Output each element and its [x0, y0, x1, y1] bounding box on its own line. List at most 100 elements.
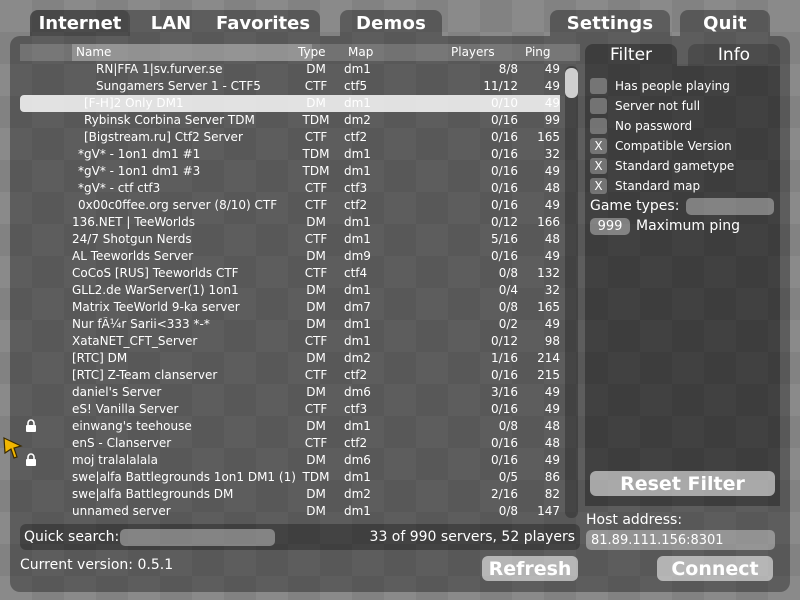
server-ping: 49 [544, 62, 560, 76]
server-row[interactable]: swe|alfa Battlegrounds 1on1 DM1 (1) TDM dm… [20, 469, 560, 486]
server-type: DM [306, 283, 326, 297]
max-ping-label: Maximum ping [636, 218, 740, 234]
browser-tab-group: Internet LAN Favorites [30, 10, 320, 36]
server-players: 0/8 [498, 266, 518, 280]
server-row[interactable]: moj tralalalala DM dm6 0/16 49 [20, 452, 560, 469]
server-row[interactable]: unnamed server DM dm1 0/8 147 [20, 503, 560, 520]
server-list-scrollbar[interactable] [565, 66, 578, 518]
filter-checkbox[interactable]: X [590, 158, 607, 174]
filter-checkbox[interactable] [590, 78, 607, 94]
server-row[interactable]: swe|alfa Battlegrounds DM DM dm2 2/16 82 [20, 486, 560, 503]
refresh-button[interactable]: Refresh [482, 556, 578, 581]
server-count-summary: 33 of 990 servers, 52 players [369, 529, 575, 545]
filter-option-label: Server not full [615, 99, 701, 113]
server-row[interactable]: daniel's Server DM dm6 3/16 49 [20, 384, 560, 401]
tab-info[interactable]: Info [688, 44, 780, 66]
server-players: 0/4 [498, 283, 518, 297]
server-name: enS - Clanserver [72, 436, 172, 450]
column-header-ping[interactable]: Ping [525, 45, 551, 59]
column-header-players[interactable]: Players [451, 45, 495, 59]
server-row[interactable]: *gV* - 1on1 dm1 #3 TDM dm1 0/16 49 [20, 163, 560, 180]
server-row[interactable]: Rybinsk Corbina Server TDM TDM dm2 0/16 99 [20, 112, 560, 129]
server-row[interactable]: RN|FFA 1|sv.furver.se DM dm1 8/8 49 [20, 61, 560, 78]
quit-button[interactable]: Quit [680, 10, 770, 36]
server-type: DM [306, 300, 326, 314]
quick-search-input[interactable] [120, 529, 275, 546]
server-row[interactable]: einwang's teehouse DM dm1 0/8 48 [20, 418, 560, 435]
reset-filter-button[interactable]: Reset Filter [590, 471, 775, 496]
server-name: moj tralalalala [72, 453, 158, 467]
server-players: 0/16 [491, 249, 518, 263]
scrollbar-thumb[interactable] [565, 68, 578, 98]
server-row[interactable]: CoCoS [RUS] Teeworlds CTF CTF ctf4 0/8 132 [20, 265, 560, 282]
server-row[interactable]: [F-H]2 Only DM1 DM dm1 0/10 49 [20, 95, 560, 112]
server-map: ctf2 [344, 368, 368, 382]
server-type: CTF [304, 79, 328, 93]
tab-demos[interactable]: Demos [340, 10, 442, 36]
server-row[interactable]: 24/7 Shotgun Nerds CTF dm1 5/16 48 [20, 231, 560, 248]
server-row[interactable]: Matrix TeeWorld 9-ka server DM dm7 0/8 165 [20, 299, 560, 316]
filter-checkbox[interactable]: X [590, 178, 607, 194]
server-type: DM [306, 487, 326, 501]
quick-search-bar: Quick search: 33 of 990 servers, 52 play… [20, 524, 580, 550]
filter-checkbox[interactable]: X [590, 138, 607, 154]
game-types-input[interactable] [686, 198, 774, 215]
server-name: 0x00c0ffee.org server (8/10) CTF [78, 198, 278, 212]
server-row[interactable]: [Bigstream.ru] Ctf2 Server CTF ctf2 0/16 165 [20, 129, 560, 146]
server-map: dm7 [344, 300, 371, 314]
server-ping: 82 [544, 487, 560, 501]
server-map: dm1 [344, 232, 371, 246]
max-ping-input[interactable]: 999 [590, 218, 630, 235]
filter-checkbox[interactable] [590, 98, 607, 114]
server-ping: 49 [544, 317, 560, 331]
server-row[interactable]: [RTC] DM DM dm2 1/16 214 [20, 350, 560, 367]
server-players: 0/16 [491, 181, 518, 195]
filter-checkbox[interactable] [590, 118, 607, 134]
server-row[interactable]: *gV* - 1on1 dm1 #1 TDM dm1 0/16 32 [20, 146, 560, 163]
column-header-map[interactable]: Map [348, 45, 373, 59]
settings-button[interactable]: Settings [550, 10, 670, 36]
server-row[interactable]: Nur fÃ¼r Sarii<333 *-* DM dm1 0/2 49 [20, 316, 560, 333]
server-map: ctf2 [344, 198, 368, 212]
tab-lan[interactable]: LAN [134, 10, 208, 36]
host-address-input[interactable] [586, 530, 775, 550]
column-header-name[interactable]: Name [76, 45, 111, 59]
server-row[interactable]: *gV* - ctf ctf3 CTF ctf3 0/16 48 [20, 180, 560, 197]
server-type: DM [306, 385, 326, 399]
server-name: CoCoS [RUS] Teeworlds CTF [72, 266, 239, 280]
server-row[interactable]: AL Teeworlds Server DM dm9 0/16 49 [20, 248, 560, 265]
lock-icon [25, 453, 37, 466]
server-name: Matrix TeeWorld 9-ka server [72, 300, 240, 314]
server-type: CTF [304, 232, 328, 246]
server-row[interactable]: 0x00c0ffee.org server (8/10) CTF CTF ctf2 0… [20, 197, 560, 214]
tab-filter[interactable]: Filter [585, 44, 677, 66]
server-ping: 165 [537, 130, 560, 144]
connect-button[interactable]: Connect [657, 556, 773, 581]
server-type: DM [306, 351, 326, 365]
server-players: 0/16 [491, 453, 518, 467]
server-name: AL Teeworlds Server [72, 249, 194, 263]
server-map: ctf2 [344, 130, 368, 144]
server-row[interactable]: Sungamers Server 1 - CTF5 CTF ctf5 11/12 49 [20, 78, 560, 95]
server-ping: 48 [544, 181, 560, 195]
server-row[interactable]: eS! Vanilla Server CTF ctf3 0/16 49 [20, 401, 560, 418]
server-name: unnamed server [72, 504, 171, 518]
server-row[interactable]: GLL2.de WarServer(1) 1on1 DM dm1 0/4 32 [20, 282, 560, 299]
server-name: swe|alfa Battlegrounds 1on1 DM1 (1) [72, 470, 296, 484]
server-players: 0/12 [491, 215, 518, 229]
server-ping: 49 [544, 385, 560, 399]
server-row[interactable]: 136.NET | TeeWorlds DM dm1 0/12 166 [20, 214, 560, 231]
server-map: dm1 [344, 317, 371, 331]
tab-internet[interactable]: Internet [30, 10, 130, 36]
tab-favorites[interactable]: Favorites [210, 10, 316, 36]
server-ping: 98 [544, 334, 560, 348]
column-header-type[interactable]: Type [298, 45, 326, 59]
server-row[interactable]: XataNET_CFT_Server CTF dm1 0/12 98 [20, 333, 560, 350]
lock-icon [25, 419, 37, 432]
server-row[interactable]: [RTC] Z-Team clanserver CTF ctf2 0/16 215 [20, 367, 560, 384]
server-players: 0/16 [491, 368, 518, 382]
server-row[interactable]: enS - Clanserver CTF ctf2 0/16 48 [20, 435, 560, 452]
current-version: Current version: 0.5.1 [20, 557, 174, 573]
server-map: dm1 [344, 283, 371, 297]
server-players: 0/10 [491, 96, 518, 110]
